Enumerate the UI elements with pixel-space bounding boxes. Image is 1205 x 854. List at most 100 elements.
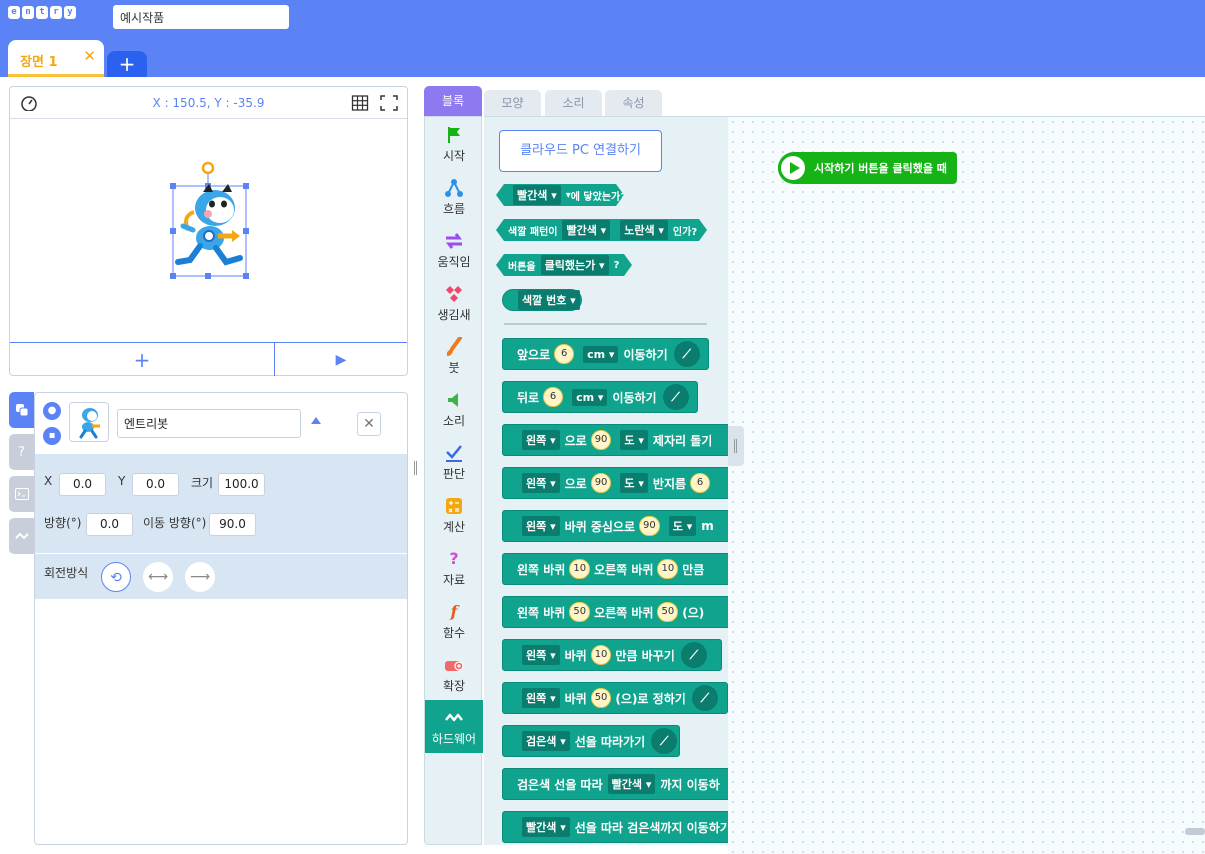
number-input[interactable]: 50 — [590, 688, 612, 708]
dropdown[interactable]: 왼쪽 ▾ — [522, 473, 560, 493]
entrybot-sprite[interactable] — [10, 120, 407, 342]
number-input[interactable]: 6 — [690, 473, 711, 493]
add-object-button[interactable]: + — [10, 343, 275, 376]
size-field[interactable]: 100.0 — [218, 473, 265, 496]
object-row[interactable]: ● ▪ ✕ — [35, 393, 407, 454]
y-field[interactable]: 0.0 — [132, 473, 179, 496]
block-wheel-change[interactable]: 왼쪽 ▾ 바퀴 10 만큼 바꾸기 ⟋ — [502, 639, 722, 671]
category-sound[interactable]: 소리 — [425, 382, 483, 435]
x-field[interactable]: 0.0 — [59, 473, 106, 496]
collapse-arrow-icon[interactable] — [311, 417, 321, 424]
category-looks[interactable]: 생김새 — [425, 276, 483, 329]
category-move[interactable]: 움직임 — [425, 223, 483, 276]
entry-logo[interactable]: e n t r y — [8, 6, 76, 19]
block-follow-until-black[interactable]: 빨간색 ▾ 선을 따라 검은색까지 이동하기 — [502, 811, 728, 843]
tab-sounds[interactable]: 소리 — [545, 90, 602, 116]
number-input[interactable]: 6 — [543, 387, 564, 407]
lock-icon[interactable]: ▪ — [43, 427, 61, 445]
number-input[interactable]: 10 — [590, 645, 612, 665]
category-data[interactable]: ? 자료 — [425, 541, 483, 594]
category-extension[interactable]: 확장 — [425, 647, 483, 700]
dropdown[interactable]: cm ▾ — [583, 345, 619, 363]
move-direction-label: 이동 방향(°) — [143, 516, 207, 530]
block-button-clicked[interactable]: 버튼을 클릭했는가 ▾? — [496, 254, 632, 276]
dropdown[interactable]: 빨간색 ▾ — [562, 220, 610, 240]
number-input[interactable]: 50 — [657, 602, 679, 622]
tab-shapes[interactable]: 모양 — [484, 90, 541, 116]
number-input[interactable]: 10 — [569, 559, 591, 579]
dropdown[interactable]: 도 ▾ — [668, 516, 697, 536]
dropdown[interactable]: 왼쪽 ▾ — [522, 645, 560, 665]
tab-blocks[interactable]: 블록 — [424, 86, 482, 116]
block-follow-until-color[interactable]: 검은색 선을 따라 빨간색 ▾ 까지 이동하 — [502, 768, 728, 800]
block-wheels-change[interactable]: 왼쪽 바퀴 10 오른쪽 바퀴 10 만큼 — [502, 553, 728, 585]
category-hardware[interactable]: 하드웨어 — [425, 700, 483, 753]
fullscreen-icon[interactable] — [380, 95, 398, 111]
block-follow-line[interactable]: 검은색 ▾ 선을 따라가기 ⟋ — [502, 725, 680, 757]
block-wheels-set[interactable]: 왼쪽 바퀴 50 오른쪽 바퀴 50 (으) — [502, 596, 728, 628]
direction-field[interactable]: 0.0 — [86, 513, 133, 536]
sound-icon — [448, 393, 458, 407]
block-turn-radius[interactable]: 왼쪽 ▾ 으로 90 도 ▾ 반지름 6 — [502, 467, 728, 499]
number-input[interactable]: 90 — [590, 473, 612, 493]
dropdown[interactable]: 클릭했는가 ▾ — [541, 255, 609, 275]
dropdown[interactable]: 빨간색 ▾ — [522, 817, 570, 837]
tab-properties[interactable]: 속성 — [605, 90, 662, 116]
object-name-input[interactable] — [117, 409, 301, 438]
grid-icon[interactable] — [351, 95, 369, 111]
move-direction-field[interactable]: 90.0 — [209, 513, 256, 536]
category-calc[interactable]: 계산 — [425, 488, 483, 541]
project-name-input[interactable] — [113, 5, 289, 29]
number-input[interactable]: 90 — [590, 430, 612, 450]
run-button[interactable]: ▶ — [275, 343, 407, 376]
when-start-clicked-block[interactable]: 시작하기 버튼을 클릭했을 때 — [778, 152, 957, 184]
block-spin-in-place[interactable]: 왼쪽 ▾ 으로 90 도 ▾ 제자리 돌기 — [502, 424, 728, 456]
dropdown[interactable]: 왼쪽 ▾ — [522, 688, 560, 708]
delete-object-button[interactable]: ✕ — [357, 412, 381, 436]
block-move-forward[interactable]: 앞으로 6 cm ▾ 이동하기 ⟋ — [502, 338, 709, 370]
number-input[interactable]: 10 — [657, 559, 679, 579]
cloud-pc-connect-button[interactable]: 클라우드 PC 연결하기 — [499, 130, 662, 172]
category-flow[interactable]: 흐름 — [425, 170, 483, 223]
visibility-eye-icon[interactable]: ● — [43, 402, 61, 420]
scrollbar[interactable] — [1185, 828, 1205, 835]
tab-console[interactable] — [9, 476, 34, 512]
scene-tab[interactable]: 장면 1 ✕ — [8, 40, 104, 77]
y-label: Y — [118, 474, 126, 488]
tab-objects[interactable] — [9, 392, 34, 428]
dropdown[interactable]: 노란색 ▾ — [620, 220, 668, 240]
dropdown[interactable]: 빨간색 ▾ — [607, 774, 656, 794]
category-start[interactable]: 시작 — [425, 117, 483, 170]
dropdown[interactable]: 왼쪽 ▾ — [522, 516, 560, 536]
number-input[interactable]: 90 — [639, 516, 660, 536]
dropdown[interactable]: 빨간색 ▾ — [513, 185, 561, 205]
dropdown[interactable]: cm ▾ — [572, 388, 608, 406]
dropdown[interactable]: 도 ▾ — [620, 430, 648, 450]
tab-help[interactable]: ? — [9, 434, 34, 470]
block-wheel-center[interactable]: 왼쪽 ▾ 바퀴 중심으로 90 도 ▾ m — [502, 510, 728, 542]
palette-resize-handle[interactable] — [728, 426, 744, 466]
dropdown[interactable]: 검은색 ▾ — [522, 731, 570, 751]
block-workspace[interactable]: 시작하기 버튼을 클릭했을 때 — [728, 116, 1205, 854]
block-color-pattern[interactable]: 색깔 패턴이 빨간색 ▾ 노란색 ▾ 인가? — [496, 219, 707, 241]
rotate-horizontal-button[interactable]: ⟷ — [143, 562, 173, 592]
dropdown[interactable]: 도 ▾ — [620, 473, 648, 493]
add-scene-button[interactable]: + — [107, 51, 147, 77]
rotate-none-button[interactable]: ⟶ — [185, 562, 215, 592]
panel-resize-handle[interactable] — [414, 461, 417, 475]
number-input[interactable]: 6 — [554, 344, 575, 364]
block-color-number[interactable]: 색깔 번호 ▾ — [502, 289, 582, 311]
number-input[interactable]: 50 — [569, 602, 591, 622]
block-wheel-set[interactable]: 왼쪽 ▾ 바퀴 50 (으)로 정하기 ⟋ — [502, 682, 728, 714]
close-icon[interactable]: ✕ — [83, 47, 96, 65]
tab-hardware[interactable] — [9, 518, 34, 554]
dropdown[interactable]: 색깔 번호 ▾ — [518, 290, 580, 310]
category-brush[interactable]: 붓 — [425, 329, 483, 382]
block-move-backward[interactable]: 뒤로 6 cm ▾ 이동하기 ⟋ — [502, 381, 698, 413]
rotate-free-button[interactable]: ⟲ — [101, 562, 131, 592]
category-function[interactable]: f 함수 — [425, 594, 483, 647]
dropdown[interactable]: 왼쪽 ▾ — [522, 430, 560, 450]
block-touching-color[interactable]: 빨간색 ▾ ▾ 에 닿았는가? — [496, 184, 624, 206]
category-judge[interactable]: 판단 — [425, 435, 483, 488]
stage-canvas[interactable] — [10, 120, 407, 342]
